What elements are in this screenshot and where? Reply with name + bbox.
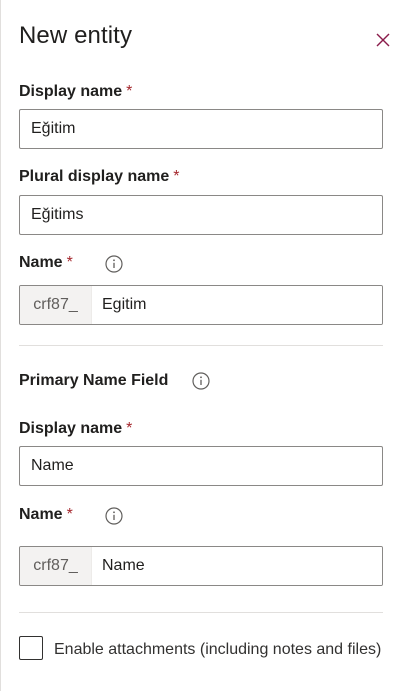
display-name-input[interactable] — [19, 109, 383, 149]
primary-name-label-text: Name — [19, 506, 63, 523]
primary-name-field-title: Primary Name Field — [19, 372, 169, 389]
section-divider — [19, 345, 383, 346]
display-name-label-text: Display name — [19, 83, 123, 100]
plural-display-name-label-text: Plural display name — [19, 168, 170, 185]
panel-title: New entity — [19, 22, 133, 49]
new-entity-panel: New entity Display name* Plural display … — [0, 0, 403, 691]
required-mark: * — [126, 83, 133, 100]
info-icon[interactable] — [192, 372, 210, 390]
required-mark: * — [173, 168, 180, 185]
required-mark: * — [66, 506, 73, 523]
enable-attachments-checkbox[interactable] — [19, 636, 43, 660]
name-label-text: Name — [19, 254, 63, 271]
enable-attachments-label[interactable]: Enable attachments (including notes and … — [54, 638, 394, 662]
publisher-prefix: crf87_ — [20, 286, 92, 324]
primary-name-field: crf87_ — [19, 546, 383, 586]
primary-name-input[interactable] — [92, 547, 382, 585]
name-field: crf87_ — [19, 285, 383, 325]
section-divider — [19, 612, 383, 613]
plural-display-name-input[interactable] — [19, 195, 383, 235]
primary-display-name-input[interactable] — [19, 446, 383, 486]
primary-display-name-label-text: Display name — [19, 420, 123, 437]
name-input[interactable] — [92, 286, 382, 324]
primary-name-label: Name * — [19, 506, 73, 524]
plural-display-name-label: Plural display name * — [19, 168, 180, 186]
publisher-prefix: crf87_ — [20, 547, 92, 585]
info-icon[interactable] — [105, 255, 123, 273]
info-icon[interactable] — [105, 507, 123, 525]
display-name-label: Display name * — [19, 83, 132, 101]
close-icon[interactable] — [373, 30, 393, 50]
required-mark: * — [66, 254, 73, 271]
required-mark: * — [126, 420, 133, 437]
name-label: Name * — [19, 254, 73, 272]
primary-display-name-label: Display name * — [19, 420, 132, 438]
